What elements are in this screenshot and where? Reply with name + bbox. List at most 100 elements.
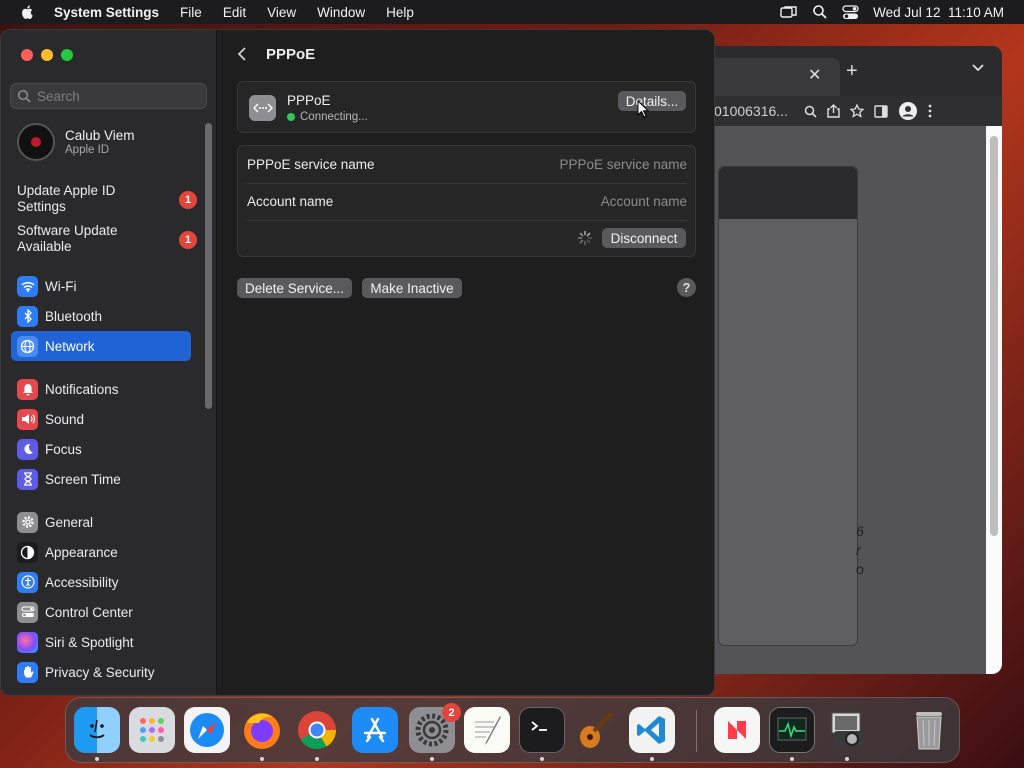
notice-update-apple-id[interactable]: Update Apple ID Settings 1 xyxy=(17,183,197,215)
notice-label: Software Update Available xyxy=(17,223,118,254)
apple-id-account[interactable]: Calub Viem Apple ID xyxy=(17,123,135,161)
browser-page-card xyxy=(718,166,858,646)
terminal-prompt-icon xyxy=(531,721,547,731)
vscode-icon xyxy=(637,716,665,744)
account-subtitle: Apple ID xyxy=(65,144,110,156)
zoom-window-button[interactable] xyxy=(61,49,73,61)
new-tab-button[interactable]: + xyxy=(846,60,858,83)
speaker-icon xyxy=(17,408,38,430)
sidebar-item-screen-time[interactable]: Screen Time xyxy=(11,464,191,494)
dock-safari[interactable] xyxy=(184,707,230,753)
menubar-clock[interactable]: Wed Jul 12 11:10 AM xyxy=(873,5,1004,20)
disconnect-button[interactable]: Disconnect xyxy=(602,228,686,248)
hand-icon xyxy=(17,661,38,683)
dock-launchpad[interactable] xyxy=(129,707,175,753)
zoom-icon[interactable] xyxy=(804,105,817,118)
status-dot-icon xyxy=(287,113,295,121)
sidebar-item-bluetooth[interactable]: Bluetooth xyxy=(11,301,191,331)
account-name-row: Account name xyxy=(247,183,687,220)
dock-activity-monitor[interactable] xyxy=(769,707,815,753)
bookmark-star-icon[interactable] xyxy=(850,104,864,118)
dock-vscode[interactable] xyxy=(629,707,675,753)
browser-partial-text: 6 r o xyxy=(856,523,864,577)
menu-file[interactable]: File xyxy=(180,5,202,20)
sidebar-item-siri-spotlight[interactable]: Siri & Spotlight xyxy=(11,627,191,657)
sidebar-item-accessibility[interactable]: Accessibility xyxy=(11,567,191,597)
help-button[interactable]: ? xyxy=(677,278,696,297)
dock-textedit[interactable] xyxy=(464,707,510,753)
sidebar-item-label: Appearance xyxy=(45,544,118,560)
browser-menu-icon[interactable] xyxy=(928,104,932,118)
sidebar-item-wifi[interactable]: Wi-Fi xyxy=(11,271,191,301)
dock-separator xyxy=(696,710,697,752)
search-input[interactable] xyxy=(37,88,197,104)
bell-icon xyxy=(17,378,38,400)
screen-mirroring-icon[interactable] xyxy=(780,5,798,19)
dock-image-capture[interactable] xyxy=(824,707,870,753)
sidebar-item-control-center[interactable]: Control Center xyxy=(11,597,191,627)
sidebar-item-label: Wi-Fi xyxy=(45,278,77,294)
make-inactive-button[interactable]: Make Inactive xyxy=(362,278,462,298)
tab-search-chevron-icon[interactable] xyxy=(972,64,984,72)
browser-scrollbar[interactable] xyxy=(990,136,998,536)
back-chevron-icon[interactable] xyxy=(237,46,247,62)
sidebar-item-label: Focus xyxy=(45,441,82,457)
sidebar-item-sound[interactable]: Sound xyxy=(11,404,191,434)
sidebar-item-label: Siri & Spotlight xyxy=(45,634,134,650)
browser-address-bar[interactable]: 01006316... xyxy=(690,96,1002,126)
service-name-field[interactable] xyxy=(467,157,687,172)
dock-terminal[interactable] xyxy=(519,707,565,753)
gear-icon xyxy=(17,511,38,533)
finder-icon xyxy=(89,719,105,739)
spotlight-search-icon[interactable] xyxy=(812,4,828,20)
menu-edit[interactable]: Edit xyxy=(223,5,246,20)
notice-software-update[interactable]: Software Update Available 1 xyxy=(17,223,197,255)
sidebar-item-label: Control Center xyxy=(45,604,133,620)
dock-firefox[interactable] xyxy=(239,707,285,753)
sidebar-item-focus[interactable]: Focus xyxy=(11,434,191,464)
page-title: PPPoE xyxy=(266,46,316,63)
profile-icon[interactable] xyxy=(898,101,918,121)
sidebar-scrollbar[interactable] xyxy=(205,123,212,409)
menu-app-name[interactable]: System Settings xyxy=(54,5,159,20)
details-button[interactable]: Details... xyxy=(618,91,686,111)
accessibility-icon xyxy=(17,571,38,593)
address-text[interactable]: 01006316... xyxy=(714,103,794,119)
settings-badge: 2 xyxy=(442,703,461,722)
account-name: Calub Viem xyxy=(65,128,135,143)
sidebar-item-network[interactable]: Network xyxy=(11,331,191,361)
progress-spinner-icon xyxy=(577,230,593,246)
dock-chrome[interactable] xyxy=(294,707,340,753)
menu-window[interactable]: Window xyxy=(317,5,365,20)
control-center-menubar-icon[interactable] xyxy=(842,4,859,20)
siri-icon xyxy=(17,631,38,653)
menu-view[interactable]: View xyxy=(267,5,296,20)
sidebar-item-notifications[interactable]: Notifications xyxy=(11,374,191,404)
dock-finder[interactable] xyxy=(74,707,120,753)
dock-news[interactable] xyxy=(714,707,760,753)
browser-window: ✕ + 01006316... 6 r o xyxy=(690,46,1002,674)
guitar-icon xyxy=(580,711,614,748)
share-icon[interactable] xyxy=(827,104,840,118)
minimize-window-button[interactable] xyxy=(41,49,53,61)
wifi-icon xyxy=(17,275,38,297)
dock-app-store[interactable] xyxy=(352,707,398,753)
sidebar-item-appearance[interactable]: Appearance xyxy=(11,537,191,567)
sidebar-search[interactable] xyxy=(10,83,207,109)
dock-garageband[interactable] xyxy=(574,707,620,753)
menu-help[interactable]: Help xyxy=(386,5,414,20)
service-card: PPPoE Connecting... Details... xyxy=(237,81,696,133)
close-window-button[interactable] xyxy=(21,49,33,61)
moon-icon xyxy=(17,438,38,460)
apple-menu-icon[interactable] xyxy=(18,4,38,20)
account-name-field[interactable] xyxy=(467,194,687,209)
sidebar-item-label: Bluetooth xyxy=(45,308,103,324)
dock-system-settings[interactable]: 2 xyxy=(409,703,461,753)
sidebar-item-general[interactable]: General xyxy=(11,507,191,537)
tab-close-icon[interactable]: ✕ xyxy=(808,65,821,85)
delete-service-button[interactable]: Delete Service... xyxy=(237,278,352,298)
sidebar-item-label: Privacy & Security xyxy=(45,664,155,680)
side-panel-icon[interactable] xyxy=(874,104,888,118)
dock-trash[interactable] xyxy=(906,707,952,753)
sidebar-item-privacy-security[interactable]: Privacy & Security xyxy=(11,657,191,687)
